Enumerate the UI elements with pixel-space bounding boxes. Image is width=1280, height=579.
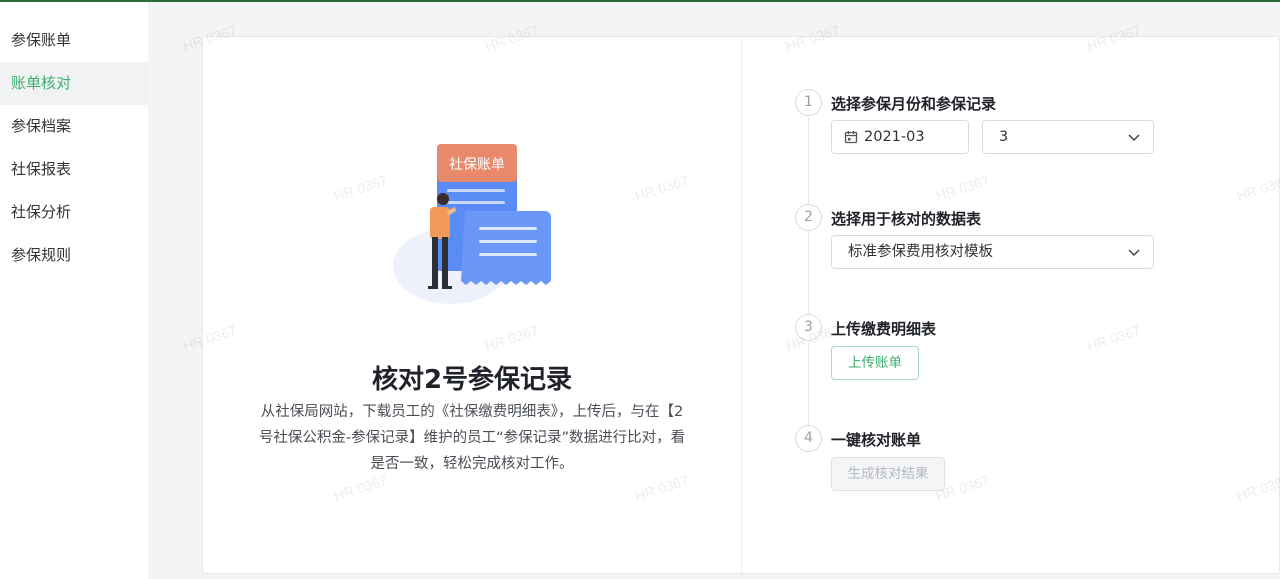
sidebar: 参保账单 账单核对 参保档案 社保报表 社保分析 参保规则	[0, 2, 148, 579]
sidebar-item-social-report[interactable]: 社保报表	[0, 148, 148, 191]
record-select[interactable]: 3	[982, 120, 1154, 154]
panel-divider	[741, 37, 742, 573]
step-1-title: 选择参保月份和参保记录	[831, 95, 997, 113]
sidebar-item-insurance-bill[interactable]: 参保账单	[0, 19, 148, 62]
upload-bill-button[interactable]: 上传账单	[831, 346, 919, 380]
chevron-down-icon	[1128, 134, 1140, 142]
step-4-number: 4	[795, 425, 822, 452]
month-date-picker[interactable]: 2021-03	[831, 120, 969, 154]
step-2-title: 选择用于核对的数据表	[831, 210, 982, 228]
template-select[interactable]: 标准参保费用核对模板	[831, 235, 1154, 269]
page-title: 核对2号参保记录	[371, 365, 573, 395]
month-date-value: 2021-03	[864, 129, 925, 145]
sidebar-item-insurance-rules[interactable]: 参保规则	[0, 234, 148, 277]
step-2-number: 2	[795, 204, 822, 231]
bill-badge-text: 社保账单	[449, 157, 505, 173]
record-select-value: 3	[999, 129, 1009, 145]
top-accent-line	[0, 0, 1280, 2]
bill-check-card: 社保账单 核对2号参保记录 从社保局网站，下载员工的《社保缴费明细表》，上传后，…	[202, 36, 1280, 574]
step-3-title: 上传缴费明细表	[831, 320, 937, 338]
calendar-icon	[844, 131, 858, 144]
sidebar-item-social-analysis[interactable]: 社保分析	[0, 191, 148, 234]
step-3-number: 3	[795, 314, 822, 341]
template-select-value: 标准参保费用核对模板	[848, 244, 993, 260]
sidebar-item-bill-check[interactable]: 账单核对	[0, 62, 148, 105]
steps-connector	[808, 117, 809, 437]
bill-illustration: 社保账单	[393, 144, 551, 304]
sidebar-item-insurance-archive[interactable]: 参保档案	[0, 105, 148, 148]
step-1-number: 1	[795, 89, 822, 116]
page-description: 从社保局网站，下载员工的《社保缴费明细表》，上传后，与在【2号社保公积金-参保记…	[258, 404, 686, 472]
chevron-down-icon	[1128, 249, 1140, 257]
step-4-title: 一键核对账单	[831, 431, 922, 449]
generate-result-button[interactable]: 生成核对结果	[831, 457, 945, 491]
